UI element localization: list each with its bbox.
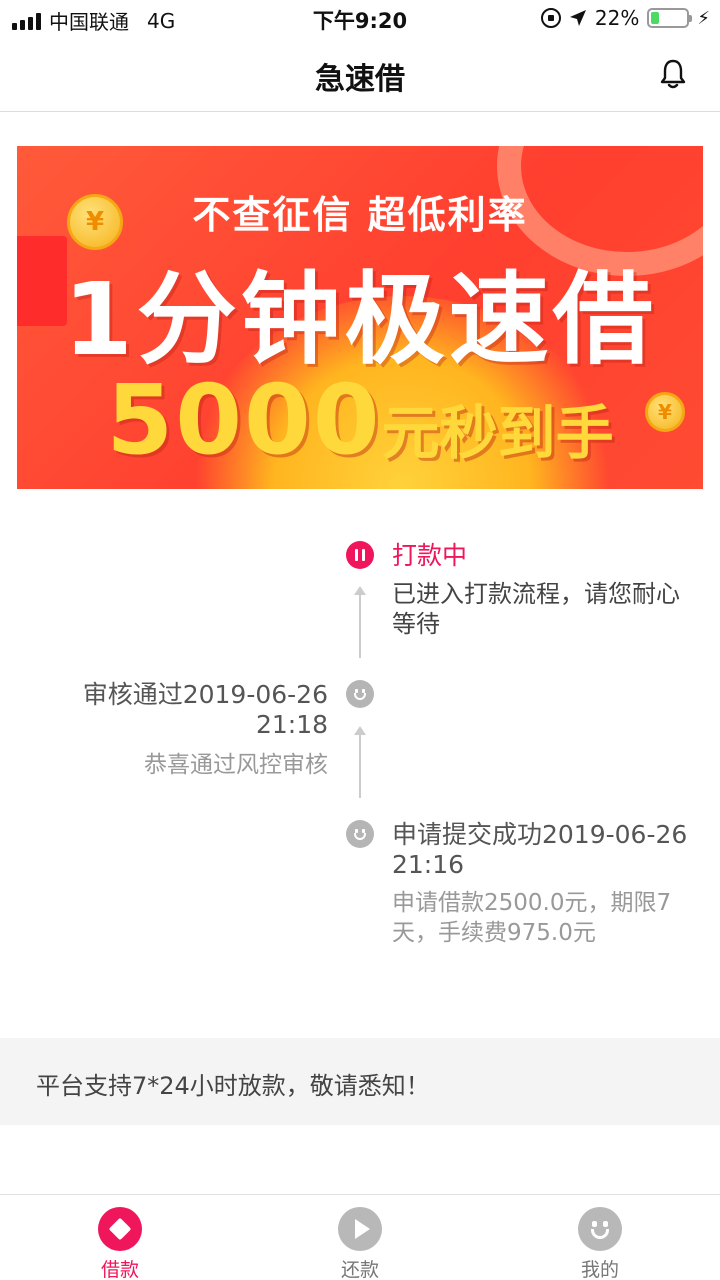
pause-icon [346, 541, 374, 569]
battery-percent: 22% [594, 6, 640, 30]
timeline-step-title: 申请提交成功2019-06-26 21:16 [392, 820, 688, 879]
bell-icon[interactable] [658, 58, 688, 90]
page-title: 急速借 [315, 62, 405, 97]
notice-text: 平台支持7*24小时放款，敬请悉知！ [36, 1072, 430, 1100]
timeline-connector [359, 594, 361, 658]
banner-amount-line: 5000元秒到手 [17, 364, 703, 476]
banner-tagline: 不查征信 超低利率 [192, 193, 528, 237]
charging-bolt-icon: ⚡ [697, 7, 710, 29]
play-circle-icon [338, 1207, 382, 1251]
tab-repay[interactable]: 还款 [280, 1195, 440, 1280]
timeline-step-title: 审核通过2019-06-26 21:18 [82, 680, 328, 739]
banner-amount-suffix: 元秒到手 [381, 399, 614, 467]
promo-banner[interactable]: ¥ ¥ 不查征信 超低利率 1分钟极速借 5000元秒到手 [17, 146, 703, 489]
tab-label: 还款 [340, 1259, 379, 1280]
tab-mine[interactable]: 我的 [520, 1195, 680, 1280]
smile-icon [346, 820, 374, 848]
notice-bar: 平台支持7*24小时放款，敬请悉知！ [0, 1038, 720, 1125]
tab-label: 借款 [100, 1259, 139, 1280]
timeline-step-desc: 已进入打款流程，请您耐心等待 [392, 580, 680, 638]
location-arrow-icon [569, 10, 586, 26]
nav-bar: 急速借 [0, 36, 720, 112]
timeline-step-desc: 恭喜通过风控审核 [144, 752, 328, 778]
banner-amount: 5000 [106, 364, 382, 476]
tab-loan[interactable]: 借款 [40, 1195, 200, 1280]
timeline-connector [359, 734, 361, 798]
battery-icon [647, 8, 693, 28]
battery-fill [651, 12, 659, 24]
rotation-lock-icon [540, 8, 561, 28]
loan-diamond-icon [98, 1207, 142, 1251]
tab-bar: 借款 还款 我的 [0, 1194, 720, 1280]
status-right: 22% ⚡ [540, 6, 710, 30]
status-bar: 中国联通 4G 下午9:20 22% ⚡ [0, 0, 720, 36]
banner-headline: 1分钟极速借 [63, 261, 657, 378]
timeline-step-desc: 申请借款2500.0元，期限7天，手续费975.0元 [392, 890, 672, 946]
tab-label: 我的 [580, 1259, 619, 1280]
timeline-step-title: 打款中 [392, 541, 468, 570]
smile-icon [346, 680, 374, 708]
smiley-profile-icon [578, 1207, 622, 1251]
